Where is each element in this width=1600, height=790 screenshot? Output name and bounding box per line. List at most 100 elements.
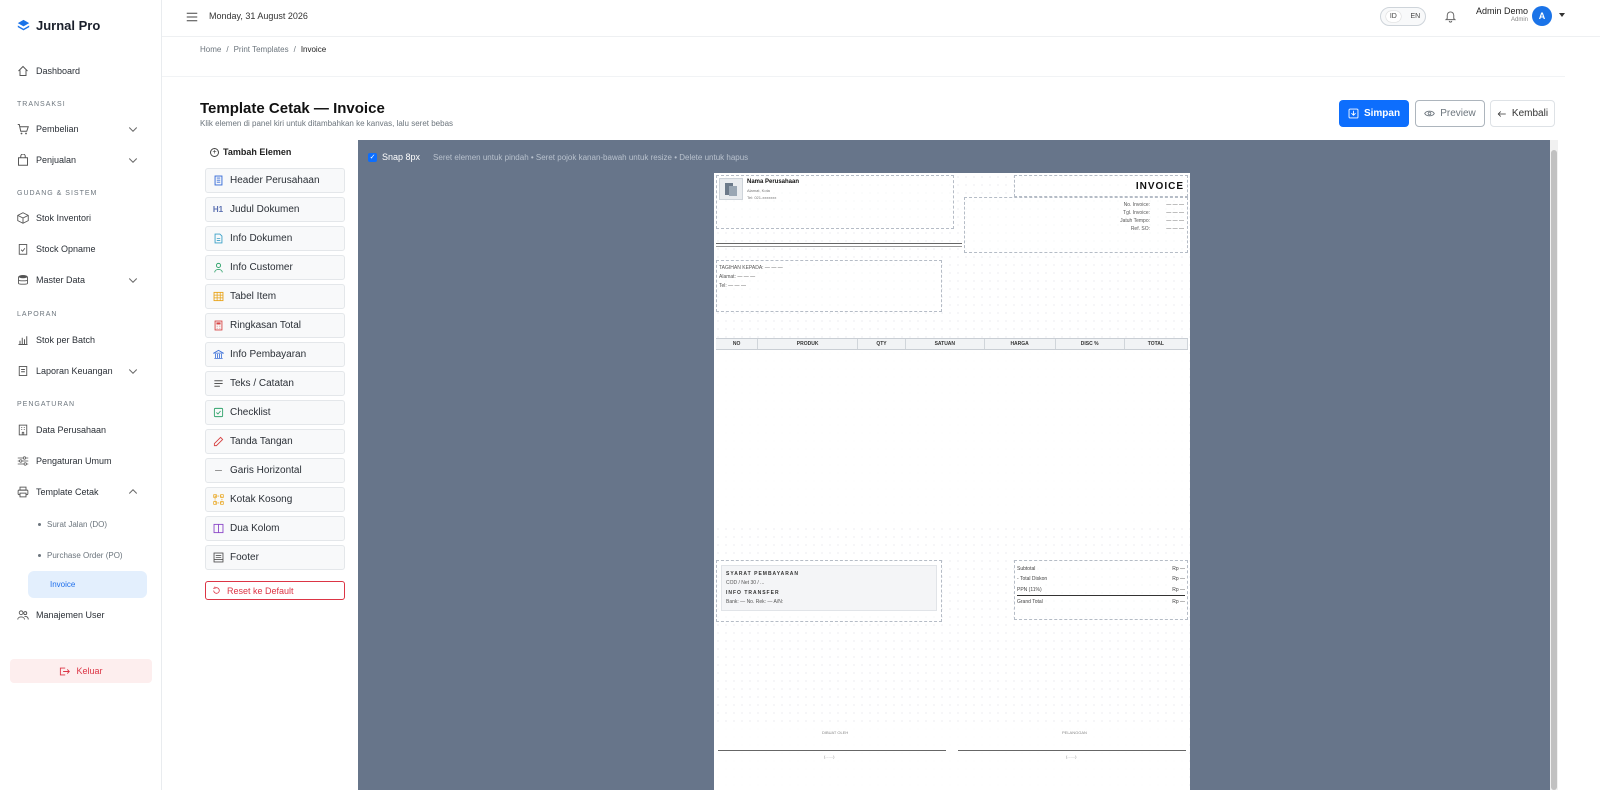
sidebar-subitem-purchase-order[interactable]: Purchase Order (PO) [38, 547, 123, 563]
snap-toggle[interactable]: ✓ Snap 8px Seret elemen untuk pindah • S… [368, 152, 748, 162]
payment-info-block[interactable]: SYARAT PEMBAYARAN COD / Net 30 / ... INF… [716, 560, 942, 622]
preview-button[interactable]: Preview [1415, 100, 1485, 127]
meta-value: — — — [1166, 202, 1184, 208]
bell-icon[interactable] [1444, 9, 1457, 23]
bounding-box-icon [212, 494, 224, 506]
document-info-block[interactable]: No. Invoice: — — — Tgl. Invoice: — — — Jatuh… [964, 197, 1188, 253]
heading-icon: H1 [212, 205, 224, 214]
lang-en[interactable]: EN [1410, 13, 1420, 20]
sidebar-item-label: Master Data [36, 275, 86, 285]
signature-right-label: PELANGGAN [1062, 730, 1087, 735]
back-button[interactable]: Kembali [1490, 100, 1555, 127]
sidebar-item-manajemen-user[interactable]: Manajemen User [17, 605, 139, 625]
customer-info-block[interactable]: TAGIHAN KEPADA: — — — Alamat: — — — Tel:… [716, 260, 942, 312]
scrollbar-thumb[interactable] [1551, 150, 1557, 790]
meta-label: Jatuh Tempo: [1120, 218, 1150, 224]
meta-row: Tgl. Invoice: — — — [1064, 210, 1184, 216]
checkbox-checked-icon[interactable]: ✓ [368, 152, 377, 162]
horizontal-line[interactable] [716, 243, 962, 244]
bill-to: TAGIHAN KEPADA: — — — [719, 265, 783, 271]
logout-button[interactable]: Keluar [10, 659, 152, 683]
sidebar-item-penjualan[interactable]: Penjualan [17, 150, 139, 170]
people-icon [17, 609, 29, 621]
section-laporan: LAPORAN [17, 311, 58, 318]
element-item-info-pembayaran[interactable]: Info Pembayaran [205, 342, 345, 367]
summary-block[interactable]: Subtotal Rp — - Total Diskon Rp — PPN (11%) R… [1014, 560, 1188, 620]
element-item-ringkasan-total[interactable]: Ringkasan Total [205, 313, 345, 338]
logo-placeholder [719, 178, 743, 200]
box-icon [17, 212, 29, 224]
element-item-label: Ringkasan Total [230, 320, 301, 331]
sidebar-item-stock-opname[interactable]: Stock Opname [17, 239, 139, 259]
element-item-label: Info Pembayaran [230, 349, 307, 360]
sidebar-item-master-data[interactable]: Master Data [17, 270, 139, 290]
reset-default-button[interactable]: Reset ke Default [205, 581, 345, 600]
element-item-checklist[interactable]: Checklist [205, 400, 345, 425]
element-item-footer[interactable]: Footer [205, 545, 345, 570]
element-item-tabel-item[interactable]: Tabel Item [205, 284, 345, 309]
arrow-counterclockwise-icon [213, 586, 220, 594]
layers-icon [17, 19, 30, 31]
language-switch[interactable]: ID EN [1380, 7, 1426, 26]
sidebar-item-pembelian[interactable]: Pembelian [17, 119, 139, 139]
invoice-paper[interactable]: Nama Perusahaan Alamat, Kota Tel: 021-xx… [714, 173, 1190, 790]
element-item-header-perusahaan[interactable]: Header Perusahaan [205, 168, 345, 193]
item-table-header[interactable]: NO PRODUK QTY SATUAN HARGA DISC % TOTAL [716, 338, 1188, 350]
element-item-info-dokumen[interactable]: Info Dokumen [205, 226, 345, 251]
sidebar-item-label: Pembelian [36, 124, 79, 134]
element-item-dua-kolom[interactable]: Dua Kolom [205, 516, 345, 541]
sidebar-item-template-cetak[interactable]: Template Cetak [17, 482, 139, 502]
element-item-garis-horizontal[interactable]: Garis Horizontal [205, 458, 345, 483]
sidebar: Jurnal Pro Dashboard TRANSAKSI Pembelian… [0, 0, 162, 790]
checkbox-icon [212, 407, 224, 419]
sidebar-item-label: Laporan Keuangan [36, 366, 113, 376]
eye-icon [1424, 110, 1435, 117]
house-icon [17, 65, 29, 77]
section-gudang: GUDANG & SISTEM [17, 190, 98, 197]
dash-icon [212, 465, 224, 477]
table-column-header: DISC % [1056, 339, 1125, 349]
document-title-block[interactable]: INVOICE [1014, 175, 1188, 197]
sidebar-subitem-surat-jalan[interactable]: Surat Jalan (DO) [38, 516, 107, 532]
meta-label: Tgl. Invoice: [1123, 210, 1150, 216]
preview-label: Preview [1440, 108, 1476, 119]
element-item-judul-dokumen[interactable]: H1 Judul Dokumen [205, 197, 345, 222]
save-label: Simpan [1363, 108, 1401, 119]
sidebar-item-stok-batch[interactable]: Stok per Batch [17, 330, 139, 350]
element-item-tanda-tangan[interactable]: Tanda Tangan [205, 429, 345, 454]
brand[interactable]: Jurnal Pro [17, 18, 100, 33]
signature-line [958, 750, 1186, 751]
journal-icon [17, 365, 29, 377]
sidebar-item-data-perusahaan[interactable]: Data Perusahaan [17, 420, 139, 440]
signature-left-name: (.......) [824, 754, 835, 759]
payment-terms: COD / Net 30 / ... [726, 580, 765, 586]
horizontal-line[interactable] [716, 246, 962, 247]
breadcrumb-home[interactable]: Home [200, 45, 221, 54]
save-button[interactable]: Simpan [1339, 100, 1409, 127]
signature-block[interactable]: DIBUAT OLEH PELANGGAN (.......) (.......… [716, 724, 1188, 786]
transfer-info: Bank: — No. Rek: — A/N: [726, 599, 784, 605]
table-column-header: QTY [858, 339, 906, 349]
company-header-block[interactable]: Nama Perusahaan Alamat, Kota Tel: 021-xx… [716, 175, 954, 229]
hamburger-icon[interactable] [186, 11, 198, 23]
lang-id[interactable]: ID [1385, 11, 1401, 22]
pen-icon [212, 436, 224, 448]
sidebar-item-dashboard[interactable]: Dashboard [17, 61, 139, 81]
sidebar-item-laporan-keuangan[interactable]: Laporan Keuangan [17, 361, 139, 381]
element-item-teks-catatan[interactable]: Teks / Catatan [205, 371, 345, 396]
sidebar-subitem-invoice[interactable]: Invoice [28, 571, 147, 598]
sidebar-item-pengaturan-umum[interactable]: Pengaturan Umum [17, 451, 139, 471]
item-table-body[interactable] [716, 350, 1188, 524]
text-icon [212, 378, 224, 390]
bullet-icon [38, 553, 41, 557]
element-item-label: Info Customer [230, 262, 293, 273]
sidebar-item-label: Manajemen User [36, 610, 105, 620]
element-item-kotak-kosong[interactable]: Kotak Kosong [205, 487, 345, 512]
element-item-info-customer[interactable]: Info Customer [205, 255, 345, 280]
element-item-label: Checklist [230, 407, 271, 418]
sidebar-item-stok-inventori[interactable]: Stok Inventori [17, 208, 139, 228]
avatar[interactable]: A [1532, 6, 1552, 26]
sidebar-subitem-label: Surat Jalan (DO) [47, 519, 108, 529]
breadcrumb-print-templates[interactable]: Print Templates [234, 45, 289, 54]
caret-down-icon[interactable] [1559, 13, 1565, 17]
